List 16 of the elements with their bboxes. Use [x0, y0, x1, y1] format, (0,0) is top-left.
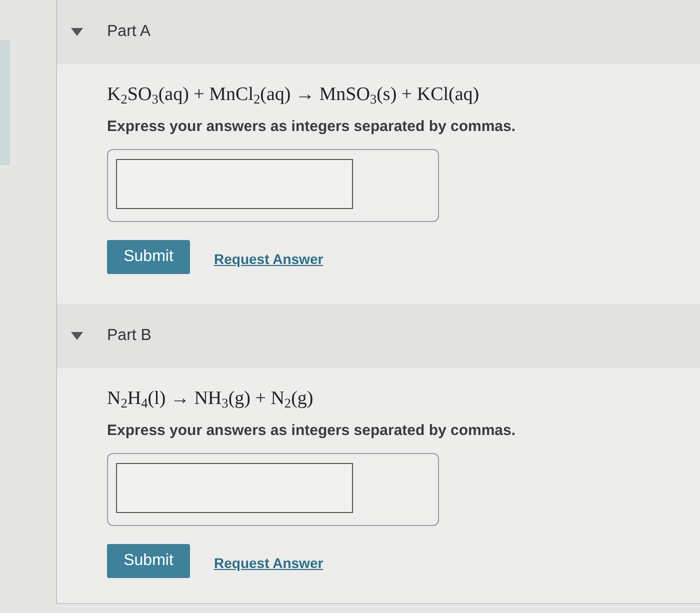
submit-button[interactable]: Submit	[107, 240, 190, 274]
submit-button[interactable]: Submit	[107, 544, 190, 578]
caret-icon[interactable]	[71, 332, 83, 340]
part-title: Part A	[107, 23, 151, 41]
instruction-text: Express your answers as integers separated by commas.	[107, 118, 517, 135]
equation-text: N$_{2}$H$_{4}$(l) → NH$_{3}$(g) + N$_{2}$(g)	[107, 387, 314, 412]
answer-field[interactable]	[107, 453, 439, 526]
instruction-text: Express your answers as integers separated by commas.	[107, 422, 517, 439]
part-header[interactable]: Part B	[57, 304, 700, 368]
request-answer-link[interactable]: Request Answer	[214, 251, 324, 267]
equation-text: K$_{2}$SO$_{3}$(aq) + MnCl$_{2}$(aq) → MnSO$_{3}$(s) + KCl(aq)	[107, 83, 480, 108]
caret-icon[interactable]	[71, 28, 83, 36]
request-answer-link[interactable]: Request Answer	[214, 555, 324, 571]
part-title: Part B	[107, 327, 152, 345]
answer-field[interactable]	[107, 149, 439, 222]
part-header[interactable]: Part A	[57, 0, 700, 64]
